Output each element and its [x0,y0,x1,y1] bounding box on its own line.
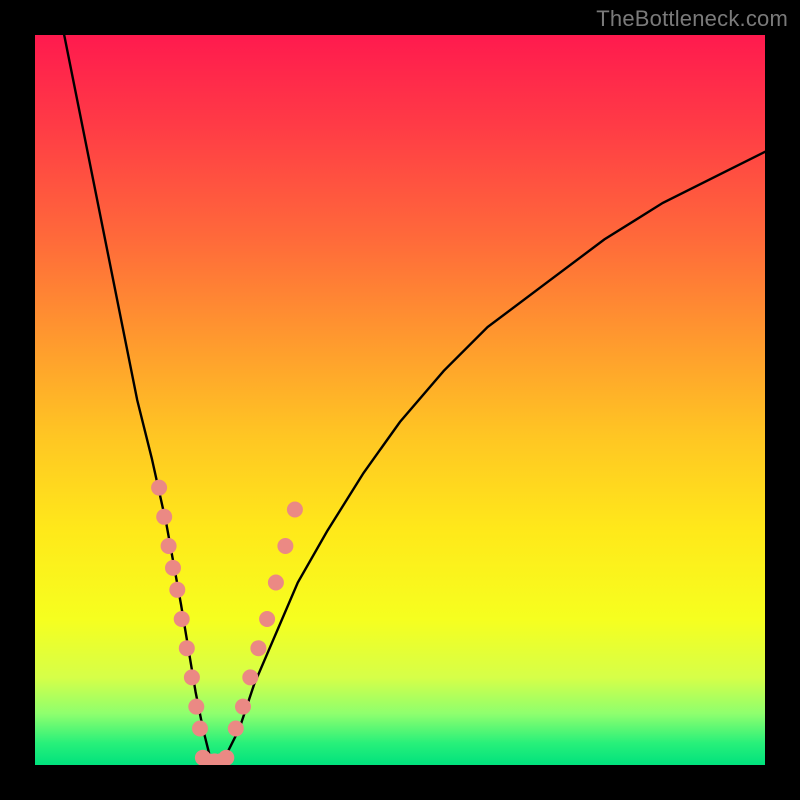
chart-frame: TheBottleneck.com [0,0,800,800]
marker-dot [161,538,177,554]
marker-dot [188,699,204,715]
watermark-text: TheBottleneck.com [596,6,788,32]
marker-dot [242,669,258,685]
marker-dot [268,575,284,591]
marker-dot [192,721,208,737]
marker-dot [156,509,172,525]
bottleneck-curve [64,35,765,765]
marker-dot [228,721,244,737]
plot-area [35,35,765,765]
marker-dot [235,699,251,715]
marker-dot [169,582,185,598]
marker-dot [250,640,266,656]
marker-dot [179,640,195,656]
marker-dot [277,538,293,554]
marker-dot [184,669,200,685]
marker-dot [259,611,275,627]
marker-dot [218,750,234,765]
marker-dot [287,502,303,518]
curve-layer [35,35,765,765]
marker-dot [165,560,181,576]
marker-dot [174,611,190,627]
marker-dot [151,480,167,496]
